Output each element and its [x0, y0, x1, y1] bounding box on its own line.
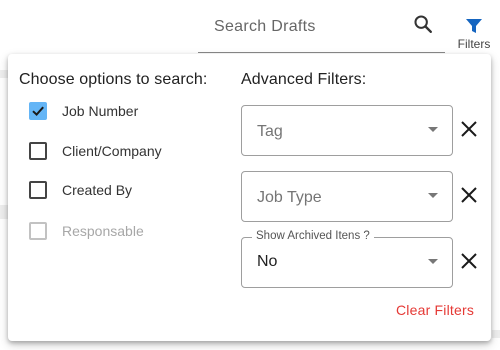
- checkbox[interactable]: [29, 142, 47, 160]
- option-label: Client/Company: [62, 143, 162, 159]
- checkbox-disabled: [29, 222, 47, 240]
- clear-job-type-close-icon[interactable]: [460, 186, 478, 204]
- option-label: Job Number: [62, 103, 139, 119]
- option-label: Created By: [62, 182, 133, 198]
- filters-label: Filters: [457, 37, 491, 51]
- dropdown-arrow-icon: [428, 193, 438, 198]
- search-icon[interactable]: [412, 13, 434, 35]
- advanced-filters-heading: Advanced Filters:: [241, 71, 367, 88]
- tag-select[interactable]: Tag: [241, 105, 453, 156]
- job-type-placeholder: Job Type: [257, 189, 322, 206]
- checkbox[interactable]: [29, 181, 47, 199]
- search-options-heading: Choose options to search:: [19, 71, 208, 88]
- job-type-select[interactable]: Job Type: [241, 171, 453, 222]
- checkbox-checked[interactable]: [29, 102, 47, 120]
- option-label: Responsable: [62, 223, 144, 239]
- clear-archived-close-icon[interactable]: [460, 252, 478, 270]
- clear-filters-button[interactable]: Clear Filters: [396, 302, 474, 318]
- clear-tag-close-icon[interactable]: [460, 120, 478, 138]
- check-icon: [32, 106, 44, 117]
- dropdown-arrow-icon: [428, 127, 438, 132]
- search-input[interactable]: [214, 14, 394, 40]
- archived-value: No: [257, 253, 278, 270]
- search-field[interactable]: [198, 6, 445, 53]
- dropdown-arrow-icon: [428, 259, 438, 264]
- tag-placeholder: Tag: [257, 123, 283, 140]
- archived-select[interactable]: Show Archived Itens ? No: [241, 230, 453, 288]
- filters-button[interactable]: Filters: [452, 14, 496, 56]
- filter-icon: [466, 19, 482, 33]
- archived-label: Show Archived Itens ?: [252, 230, 374, 242]
- filter-panel: Choose options to search: Advanced Filte…: [8, 54, 491, 341]
